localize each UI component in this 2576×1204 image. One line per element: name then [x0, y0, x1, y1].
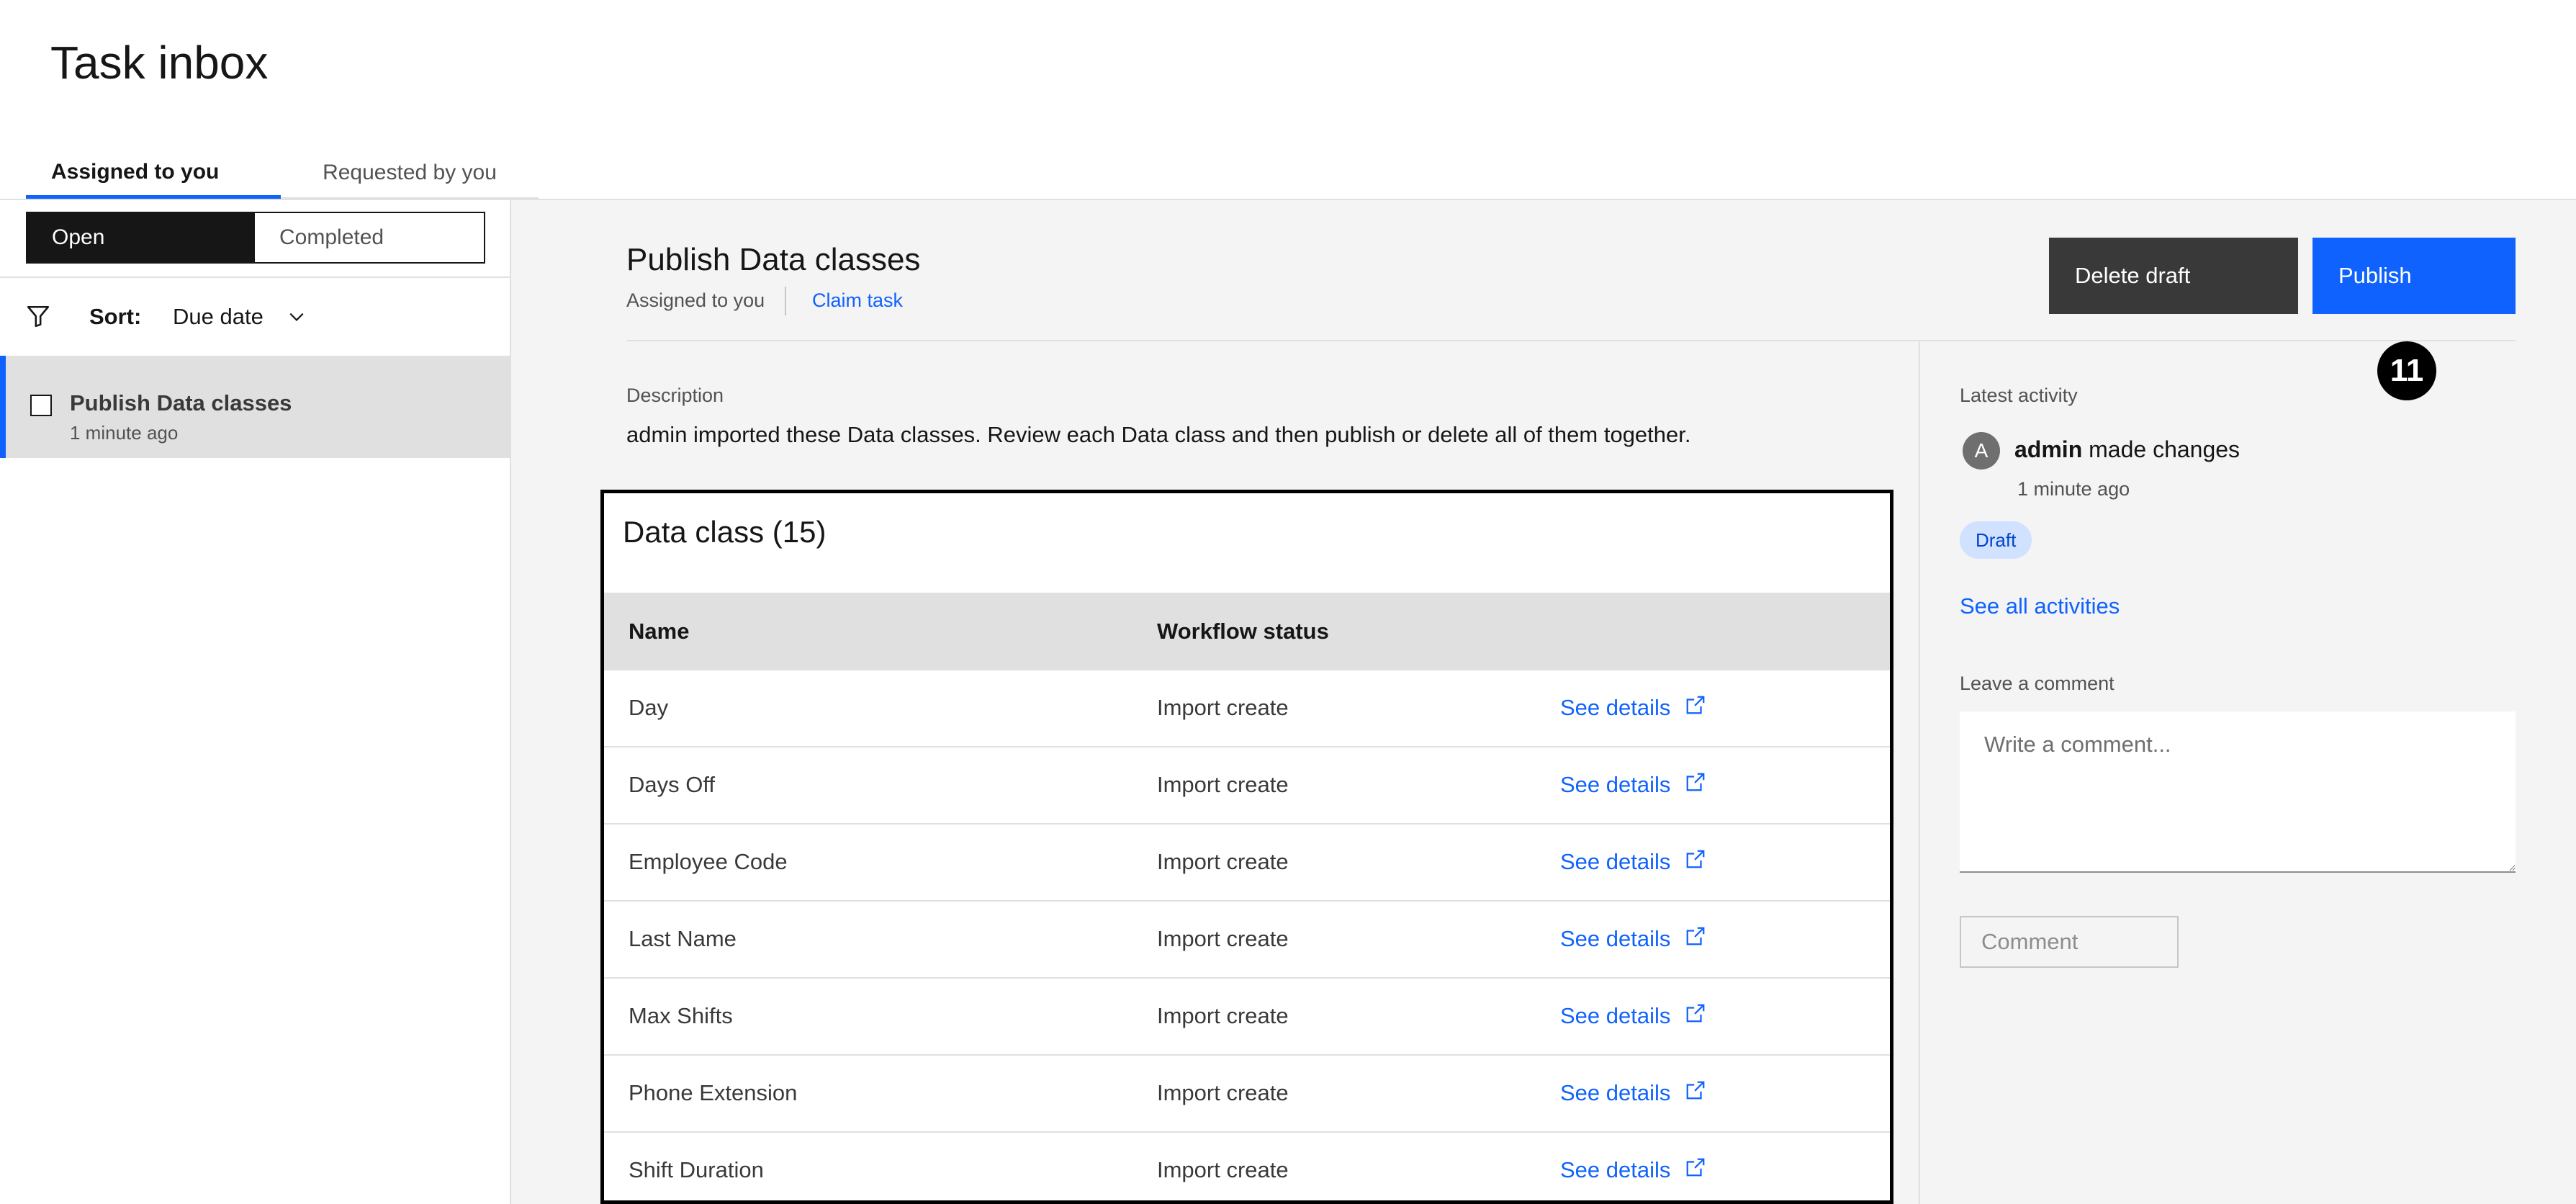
- row-name: Days Off: [629, 772, 716, 797]
- see-all-activities-link[interactable]: See all activities: [1960, 593, 2120, 619]
- see-details-link[interactable]: See details: [1560, 772, 1706, 798]
- comment-textarea[interactable]: [1960, 711, 2516, 873]
- see-details-label: See details: [1560, 849, 1671, 874]
- step-badge: 11: [2377, 341, 2436, 400]
- table-body: Day Import create See details Days Off I…: [604, 670, 1890, 1200]
- row-status: Import create: [1157, 1003, 1289, 1028]
- row-name: Phone Extension: [629, 1080, 798, 1105]
- activity-entry: admin made changes: [2014, 436, 2240, 463]
- see-details-link[interactable]: See details: [1560, 695, 1706, 721]
- external-link-icon: [1687, 1081, 1705, 1100]
- table-row: Shift Duration Import create See details: [604, 1133, 1890, 1200]
- table-row: Last Name Import create See details: [604, 902, 1890, 979]
- sort-dropdown[interactable]: Due date: [173, 304, 264, 330]
- see-details-label: See details: [1560, 926, 1671, 951]
- row-name: Employee Code: [629, 849, 788, 874]
- row-name: Max Shifts: [629, 1003, 733, 1028]
- table-row: Max Shifts Import create See details: [604, 979, 1890, 1056]
- activity-action: made changes: [2089, 436, 2241, 462]
- row-status: Import create: [1157, 772, 1289, 797]
- task-checkbox[interactable]: [30, 395, 52, 416]
- task-item-time: 1 minute ago: [70, 422, 179, 444]
- table-row: Phone Extension Import create See detail…: [604, 1056, 1890, 1133]
- see-details-label: See details: [1560, 1003, 1671, 1028]
- see-details-label: See details: [1560, 1157, 1671, 1182]
- publish-button[interactable]: Publish: [2312, 238, 2516, 314]
- latest-activity-label: Latest activity: [1960, 385, 2078, 406]
- row-status: Import create: [1157, 1080, 1289, 1105]
- table-header: Name Workflow status: [604, 593, 1890, 670]
- row-status: Import create: [1157, 849, 1289, 874]
- see-details-link[interactable]: See details: [1560, 1003, 1706, 1029]
- row-name: Shift Duration: [629, 1157, 764, 1182]
- table-row: Employee Code Import create See details: [604, 825, 1890, 902]
- external-link-icon: [1687, 850, 1705, 868]
- row-name: Day: [629, 695, 669, 720]
- row-status: Import create: [1157, 1157, 1289, 1182]
- draft-tag: Draft: [1960, 521, 2032, 559]
- avatar: A: [1963, 432, 2000, 470]
- see-details-link[interactable]: See details: [1560, 926, 1706, 952]
- task-item-title: Publish Data classes: [70, 390, 292, 415]
- column-divider: [1919, 341, 1920, 1204]
- activity-user: admin: [2014, 436, 2083, 462]
- chevron-down-icon[interactable]: [287, 307, 307, 327]
- see-details-label: See details: [1560, 1080, 1671, 1105]
- selected-indicator: [0, 356, 6, 458]
- comment-button[interactable]: Comment: [1960, 916, 2179, 968]
- see-details-link[interactable]: See details: [1560, 1157, 1706, 1183]
- task-list-item[interactable]: Publish Data classes 1 minute ago: [0, 356, 510, 458]
- column-header-workflow-status: Workflow status: [1157, 619, 1329, 644]
- row-status: Import create: [1157, 926, 1289, 951]
- completed-toggle[interactable]: Completed: [255, 212, 485, 264]
- meta-divider: [785, 287, 786, 315]
- table-row: Days Off Import create See details: [604, 747, 1890, 825]
- see-details-link[interactable]: See details: [1560, 1080, 1706, 1106]
- activity-time: 1 minute ago: [2017, 478, 2130, 500]
- sidebar-divider: [0, 277, 510, 278]
- description-text: admin imported these Data classes. Revie…: [626, 422, 1691, 447]
- tab-list: Assigned to you Requested by you: [26, 148, 539, 199]
- external-link-icon: [1687, 1158, 1705, 1177]
- filter-icon[interactable]: [26, 304, 50, 328]
- table-title: Data class (15): [623, 515, 827, 549]
- description-label: Description: [626, 385, 724, 406]
- external-link-icon: [1687, 696, 1705, 714]
- page-title: Task inbox: [50, 37, 269, 89]
- row-status: Import create: [1157, 695, 1289, 720]
- sort-label: Sort:: [89, 304, 142, 329]
- external-link-icon: [1687, 1004, 1705, 1023]
- detail-divider: [626, 340, 2516, 341]
- external-link-icon: [1687, 927, 1705, 945]
- delete-draft-button[interactable]: Delete draft: [2049, 238, 2298, 314]
- open-toggle[interactable]: Open: [26, 212, 255, 264]
- see-details-label: See details: [1560, 695, 1671, 720]
- task-title: Publish Data classes: [626, 242, 921, 277]
- see-details-label: See details: [1560, 772, 1671, 797]
- row-name: Last Name: [629, 926, 737, 951]
- task-sidebar: Open Completed Sort: Due date Publish Da…: [0, 200, 511, 1204]
- see-details-link[interactable]: See details: [1560, 849, 1706, 875]
- column-header-name: Name: [629, 619, 690, 644]
- assigned-text: Assigned to you: [626, 289, 765, 311]
- tab-requested-by-you[interactable]: Requested by you: [281, 148, 539, 199]
- data-class-table: Data class (15) Name Workflow status Day…: [600, 490, 1893, 1204]
- tab-assigned-to-you[interactable]: Assigned to you: [26, 148, 281, 199]
- status-switcher: Open Completed: [26, 212, 485, 264]
- comment-label: Leave a comment: [1960, 673, 2115, 694]
- task-detail: Publish Data classes Assigned to you Cla…: [511, 200, 2576, 1204]
- table-row: Day Import create See details: [604, 670, 1890, 747]
- claim-task-link[interactable]: Claim task: [812, 289, 903, 312]
- external-link-icon: [1687, 773, 1705, 791]
